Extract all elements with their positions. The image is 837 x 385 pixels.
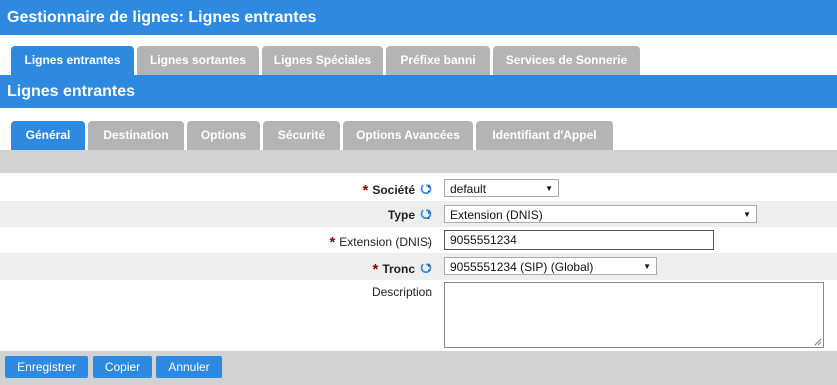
required-marker: *	[329, 234, 336, 251]
dropdown-arrow-icon: ▼	[545, 184, 553, 193]
section-title: Lignes entrantes	[0, 75, 837, 108]
societe-select[interactable]: default ▼	[444, 179, 559, 197]
tronc-select-value: 9055551234 (SIP) (Global)	[450, 260, 594, 274]
form-header-bar	[0, 150, 837, 173]
tab-services-de-sonnerie[interactable]: Services de Sonnerie	[493, 46, 640, 75]
separator: :	[427, 208, 431, 222]
copy-button[interactable]: Copier	[93, 356, 152, 378]
dropdown-arrow-icon: ▼	[743, 210, 751, 219]
tab-lignes-sortantes[interactable]: Lignes sortantes	[137, 46, 259, 75]
required-marker: *	[362, 182, 369, 199]
tronc-select[interactable]: 9055551234 (SIP) (Global) ▼	[444, 257, 657, 275]
tab-prefixe-banni[interactable]: Préfixe banni	[386, 46, 490, 75]
required-marker: *	[372, 261, 379, 278]
save-button[interactable]: Enregistrer	[5, 356, 88, 378]
tab-general[interactable]: Général	[11, 121, 85, 150]
societe-select-value: default	[450, 182, 487, 196]
description-textarea[interactable]	[444, 282, 824, 348]
tab-lignes-entrantes[interactable]: Lignes entrantes	[11, 46, 134, 75]
tab-lignes-speciales[interactable]: Lignes Spéciales	[262, 46, 383, 75]
form-footer: Enregistrer Copier Annuler	[0, 351, 837, 385]
top-tab-bar: Lignes entrantes Lignes sortantes Lignes…	[0, 46, 837, 75]
separator: :	[427, 285, 431, 299]
societe-label: Société	[372, 183, 415, 197]
separator: :	[427, 181, 431, 195]
resize-handle-icon[interactable]	[814, 338, 822, 346]
separator: :	[427, 233, 431, 247]
tab-destination[interactable]: Destination	[88, 121, 184, 150]
tab-securite[interactable]: Sécurité	[263, 121, 340, 150]
type-label: Type	[387, 208, 415, 222]
extension-input[interactable]: 9055551234	[444, 230, 714, 250]
dropdown-arrow-icon: ▼	[643, 262, 651, 271]
separator: :	[427, 260, 431, 274]
type-label-group: Type	[388, 208, 432, 222]
tronc-label-group: * Tronc	[372, 260, 432, 278]
type-select-value: Extension (DNIS)	[450, 208, 543, 222]
cancel-button[interactable]: Annuler	[156, 356, 222, 378]
form-row-tronc: * Tronc : 9055551234 (SIP) (Global) ▼	[0, 253, 837, 280]
tab-identifiant-d-appel[interactable]: Identifiant d'Appel	[476, 121, 613, 150]
form-row-type: Type : Extension (DNIS) ▼	[0, 201, 837, 227]
form-row-societe: * Société : default ▼	[0, 176, 837, 201]
extension-label: Extension (DNIS)	[339, 235, 432, 249]
page-title: Gestionnaire de lignes: Lignes entrantes	[0, 0, 837, 35]
tab-options-avancees[interactable]: Options Avancées	[343, 121, 473, 150]
societe-label-group: * Société	[362, 181, 432, 199]
extension-label-group: * Extension (DNIS)	[329, 233, 432, 251]
description-label: Description	[371, 285, 432, 299]
tab-options[interactable]: Options	[187, 121, 260, 150]
sub-tab-bar: Général Destination Options Sécurité Opt…	[0, 121, 837, 150]
tronc-label: Tronc	[382, 262, 415, 276]
type-select[interactable]: Extension (DNIS) ▼	[444, 205, 757, 223]
form-row-extension: * Extension (DNIS) : 9055551234	[0, 227, 837, 253]
